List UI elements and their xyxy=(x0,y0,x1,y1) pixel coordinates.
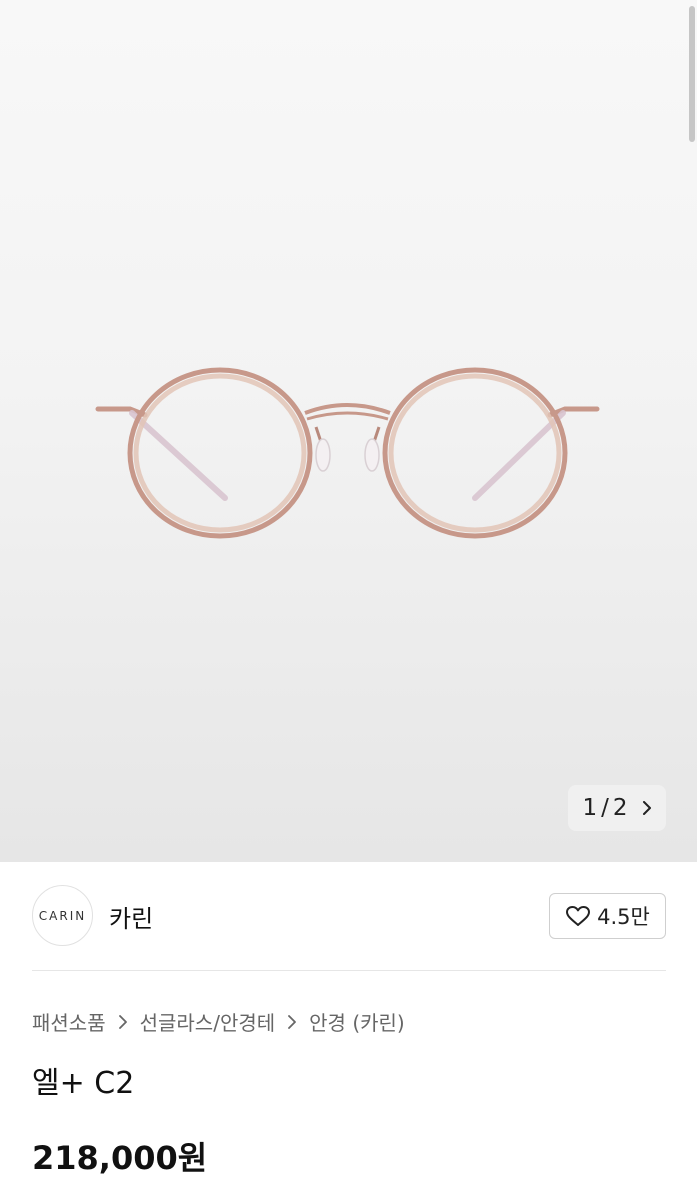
pager-total: 2 xyxy=(612,795,628,821)
breadcrumb-item[interactable]: 패션소품 xyxy=(32,1007,106,1036)
pager-current: 1 xyxy=(582,795,598,821)
brand-logo-text: CARIN xyxy=(38,908,87,923)
image-pager[interactable]: 1 / 2 xyxy=(568,785,666,831)
brand-name[interactable]: 카린 xyxy=(109,899,153,934)
breadcrumb: 패션소품 선글라스/안경테 안경 (카린) xyxy=(32,1007,405,1036)
chevron-right-icon xyxy=(118,1014,127,1029)
divider xyxy=(32,970,666,971)
product-price: 218,000원 xyxy=(32,1139,208,1177)
pager-separator: / xyxy=(601,795,609,821)
product-title: 엘+ C2 xyxy=(32,1066,135,1101)
product-image-gallery[interactable]: 1 / 2 xyxy=(0,0,697,862)
product-image xyxy=(95,367,600,539)
brand-row: CARIN 카린 4.5만 xyxy=(32,885,666,947)
heart-icon xyxy=(566,906,591,926)
brand-logo[interactable]: CARIN xyxy=(32,885,93,946)
breadcrumb-item[interactable]: 선글라스/안경테 xyxy=(140,1007,276,1036)
breadcrumb-item[interactable]: 안경 (카린) xyxy=(309,1007,405,1036)
chevron-right-icon xyxy=(288,1014,297,1029)
like-button[interactable]: 4.5만 xyxy=(549,893,666,939)
scrollbar[interactable] xyxy=(689,6,695,142)
like-count: 4.5만 xyxy=(597,905,650,929)
chevron-right-icon xyxy=(642,801,651,815)
